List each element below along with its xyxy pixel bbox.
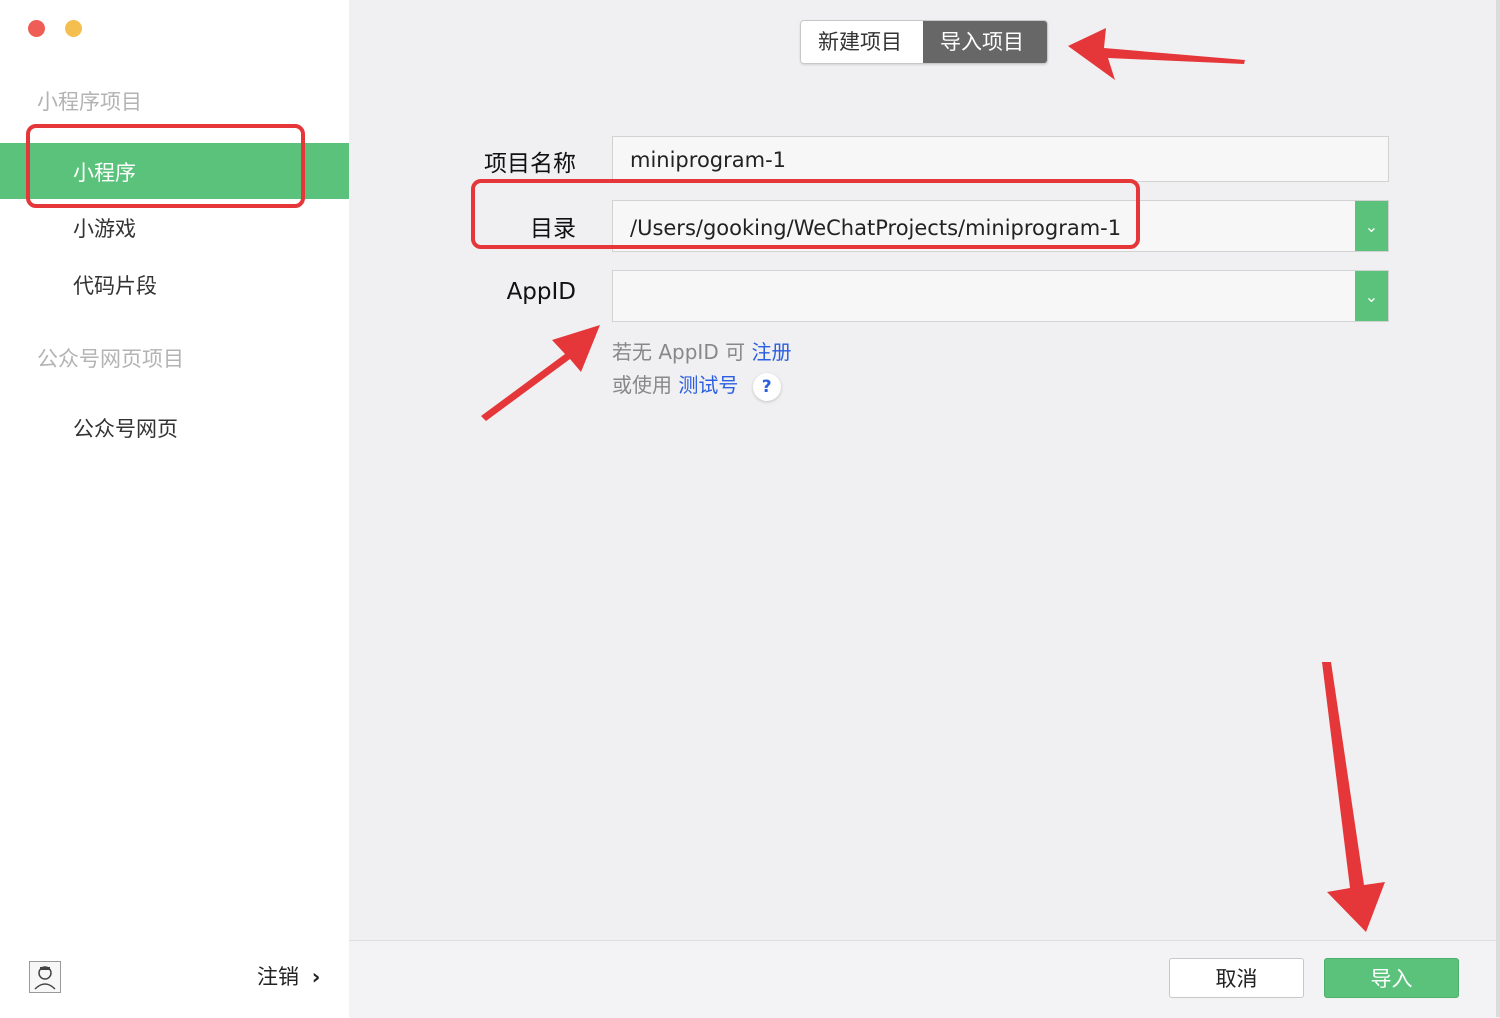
project-name-label: 项目名称 (484, 151, 576, 177)
sidebar-item-label: 公众号网页 (73, 417, 178, 441)
appid-hint-line2: 或使用 测试号 ? (612, 369, 781, 401)
avatar[interactable] (29, 961, 61, 993)
sidebar-item-minigame[interactable]: 小游戏 (0, 199, 349, 255)
directory-select[interactable]: /Users/gooking/WeChatProjects/miniprogra… (612, 200, 1389, 252)
chevron-down-icon[interactable]: ⌄ (1355, 201, 1388, 251)
sidebar-item-code-snippet[interactable]: 代码片段 (0, 256, 349, 312)
directory-label: 目录 (530, 216, 576, 242)
logout-label: 注销 (257, 965, 299, 989)
chevron-right-icon: › (311, 965, 321, 989)
hint-text: 若无 AppID 可 (612, 340, 746, 364)
close-window-button[interactable] (28, 20, 45, 37)
project-name-input[interactable]: miniprogram-1 (612, 136, 1389, 182)
section-title-official-account: 公众号网页项目 (37, 347, 184, 371)
appid-hint-line1: 若无 AppID 可 注册 (612, 336, 791, 365)
sidebar-item-label: 代码片段 (73, 274, 157, 298)
section-title-miniprogram: 小程序项目 (37, 90, 142, 114)
sidebar-item-miniprogram[interactable]: 小程序 (0, 143, 349, 199)
tab-import-project[interactable]: 导入项目 (923, 21, 1047, 63)
tab-new-project[interactable]: 新建项目 (801, 21, 923, 63)
import-button[interactable]: 导入 (1324, 958, 1459, 998)
cancel-button[interactable]: 取消 (1169, 958, 1304, 998)
hint-text: 或使用 (612, 373, 672, 397)
help-icon[interactable]: ? (752, 372, 781, 401)
window-right-edge (1496, 0, 1500, 1017)
sidebar-item-label: 小游戏 (73, 217, 136, 241)
appid-label: AppID (506, 279, 576, 305)
appid-select[interactable]: ⌄ (612, 270, 1389, 322)
register-link[interactable]: 注册 (751, 340, 791, 364)
user-avatar-icon (34, 966, 56, 990)
sidebar-item-label: 小程序 (73, 161, 136, 185)
sidebar: 小程序项目 小程序 小游戏 代码片段 公众号网页项目 公众号网页 注销 › (0, 0, 349, 1017)
test-account-link[interactable]: 测试号 (678, 373, 738, 397)
sidebar-item-official-webpage[interactable]: 公众号网页 (0, 399, 349, 455)
minimize-window-button[interactable] (65, 20, 82, 37)
directory-value: /Users/gooking/WeChatProjects/miniprogra… (630, 216, 1122, 240)
project-name-value: miniprogram-1 (630, 148, 787, 172)
project-mode-tabs: 新建项目 导入项目 (800, 20, 1048, 64)
chevron-down-icon[interactable]: ⌄ (1355, 271, 1388, 321)
logout-button[interactable]: 注销 › (257, 961, 320, 991)
